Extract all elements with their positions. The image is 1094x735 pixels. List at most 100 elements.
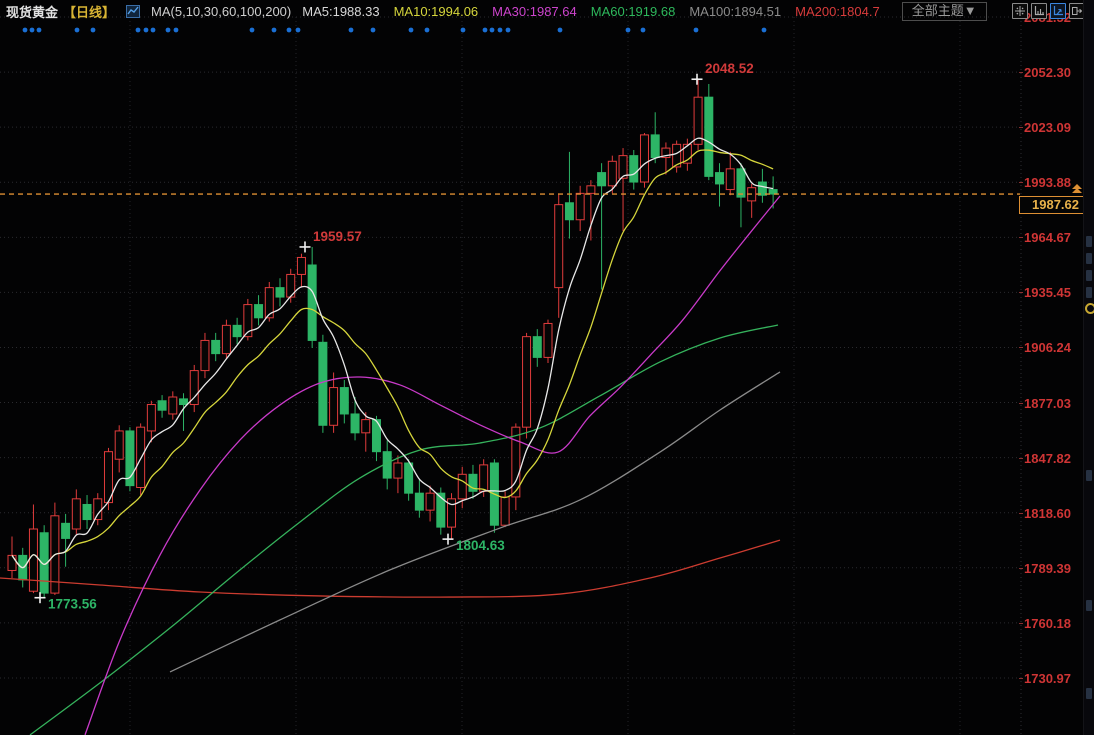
event-marker-dot[interactable] xyxy=(483,28,488,33)
scale-axis-active-icon[interactable] xyxy=(1050,3,1066,19)
event-marker-dot[interactable] xyxy=(166,28,171,33)
event-marker-dot[interactable] xyxy=(498,28,503,33)
candlestick[interactable] xyxy=(158,401,166,410)
event-marker-dot[interactable] xyxy=(30,28,35,33)
event-marker-dot[interactable] xyxy=(490,28,495,33)
candlestick[interactable] xyxy=(458,474,466,499)
candlestick[interactable] xyxy=(480,465,488,491)
event-marker-dot[interactable] xyxy=(91,28,96,33)
candlestick[interactable] xyxy=(630,156,638,182)
candlestick[interactable] xyxy=(308,265,316,340)
event-marker-dot[interactable] xyxy=(296,28,301,33)
event-marker-dot[interactable] xyxy=(287,28,292,33)
event-marker-dot[interactable] xyxy=(174,28,179,33)
candlestick[interactable] xyxy=(297,257,305,274)
edge-tool-fragment[interactable] xyxy=(1086,287,1092,298)
candlestick[interactable] xyxy=(415,493,423,510)
candlestick[interactable] xyxy=(598,173,606,186)
candlestick[interactable] xyxy=(29,529,37,591)
candlestick[interactable] xyxy=(362,420,370,433)
candlestick[interactable] xyxy=(640,135,648,182)
candlestick[interactable] xyxy=(180,399,188,405)
ma-line-ma30 xyxy=(85,196,780,735)
event-marker-dot[interactable] xyxy=(144,28,149,33)
event-marker-dot[interactable] xyxy=(641,28,646,33)
event-marker-dot[interactable] xyxy=(349,28,354,33)
candlestick[interactable] xyxy=(222,325,230,353)
period-label[interactable]: 【日线】 xyxy=(63,2,115,21)
event-marker-dot[interactable] xyxy=(506,28,511,33)
event-marker-dot[interactable] xyxy=(272,28,277,33)
price-chart[interactable]: 2048.521959.571804.631773.56 xyxy=(0,0,1094,735)
candlestick[interactable] xyxy=(694,97,702,144)
candlestick[interactable] xyxy=(319,342,327,425)
candlestick[interactable] xyxy=(426,493,434,510)
scale-axis-icon[interactable] xyxy=(1031,3,1047,19)
edge-tool-fragment[interactable] xyxy=(1086,253,1092,264)
candlestick[interactable] xyxy=(651,135,659,158)
event-marker-dot[interactable] xyxy=(371,28,376,33)
edge-tool-fragment[interactable] xyxy=(1086,688,1092,699)
candlestick[interactable] xyxy=(233,325,241,336)
candlestick[interactable] xyxy=(565,203,573,220)
edge-tool-fragment[interactable] xyxy=(1086,600,1092,611)
pan-crosshair-icon[interactable] xyxy=(1012,3,1028,19)
candlestick[interactable] xyxy=(737,169,745,197)
theme-dropdown[interactable]: 全部主题▼ xyxy=(902,2,987,21)
candlestick[interactable] xyxy=(201,340,209,370)
candlestick[interactable] xyxy=(705,97,713,176)
candlestick[interactable] xyxy=(62,523,70,538)
event-marker-dot[interactable] xyxy=(23,28,28,33)
candlestick[interactable] xyxy=(726,169,734,190)
candlestick-chart-icon xyxy=(126,5,140,18)
candlestick[interactable] xyxy=(405,463,413,493)
candlestick[interactable] xyxy=(533,337,541,358)
candlestick[interactable] xyxy=(276,288,284,297)
event-marker-dot[interactable] xyxy=(425,28,430,33)
candlestick[interactable] xyxy=(587,186,595,194)
candlestick[interactable] xyxy=(94,499,102,520)
event-marker-dot[interactable] xyxy=(626,28,631,33)
edge-tool-fragment[interactable] xyxy=(1086,470,1092,481)
event-marker-dot[interactable] xyxy=(75,28,80,33)
candlestick[interactable] xyxy=(351,414,359,433)
candlestick[interactable] xyxy=(394,463,402,478)
candlestick[interactable] xyxy=(576,193,584,219)
event-marker-dot[interactable] xyxy=(250,28,255,33)
edge-yellow-ring-icon[interactable] xyxy=(1085,303,1094,314)
candlestick[interactable] xyxy=(523,337,531,428)
candlestick[interactable] xyxy=(212,340,220,353)
axis-price-label: 1847.82 xyxy=(1024,451,1071,466)
candlestick[interactable] xyxy=(608,161,616,186)
event-marker-dot[interactable] xyxy=(461,28,466,33)
edge-tool-fragment[interactable] xyxy=(1086,270,1092,281)
edge-tool-fragment[interactable] xyxy=(1086,236,1092,247)
event-marker-dot[interactable] xyxy=(409,28,414,33)
event-marker-dot[interactable] xyxy=(762,28,767,33)
candlestick[interactable] xyxy=(115,431,123,459)
candlestick[interactable] xyxy=(255,305,263,318)
event-marker-dot[interactable] xyxy=(37,28,42,33)
event-marker-dot[interactable] xyxy=(558,28,563,33)
candlestick[interactable] xyxy=(340,388,348,414)
axis-price-label: 1906.24 xyxy=(1024,340,1071,355)
candlestick[interactable] xyxy=(147,405,155,431)
event-marker-dot[interactable] xyxy=(151,28,156,33)
news-event-markers[interactable] xyxy=(23,28,767,33)
candlestick[interactable] xyxy=(72,499,80,529)
right-edge-toolbar[interactable] xyxy=(1083,0,1094,735)
candlestick[interactable] xyxy=(437,493,445,527)
candlestick[interactable] xyxy=(544,323,552,357)
candlestick[interactable] xyxy=(758,182,766,195)
candlestick[interactable] xyxy=(83,504,91,519)
ma-line-ma5 xyxy=(12,138,773,567)
event-marker-dot[interactable] xyxy=(694,28,699,33)
candlestick[interactable] xyxy=(169,397,177,414)
candlestick[interactable] xyxy=(716,173,724,184)
candlestick[interactable] xyxy=(8,555,16,570)
candlestick[interactable] xyxy=(330,388,338,426)
candlestick[interactable] xyxy=(501,497,509,525)
candlestick[interactable] xyxy=(555,205,563,288)
candlestick[interactable] xyxy=(137,427,145,487)
event-marker-dot[interactable] xyxy=(136,28,141,33)
